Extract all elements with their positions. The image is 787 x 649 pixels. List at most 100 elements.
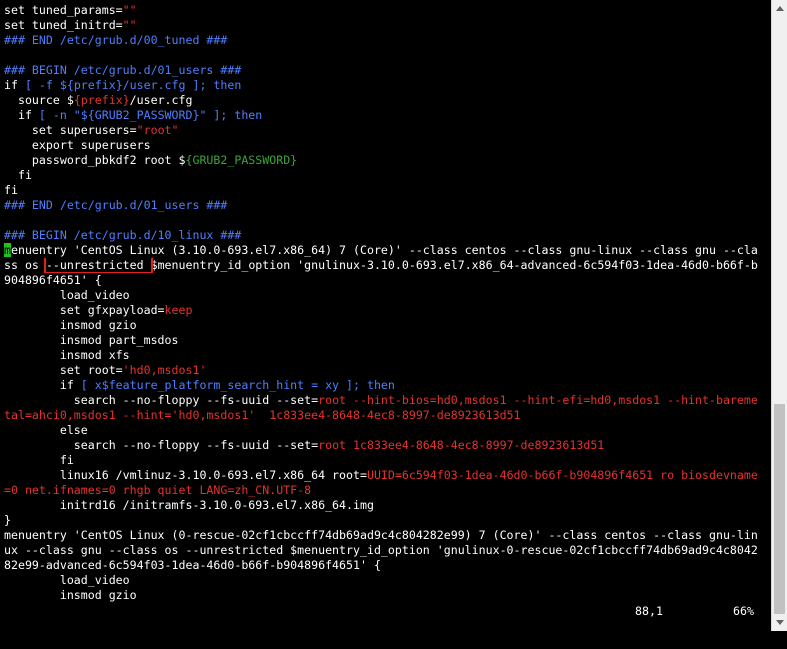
scroll-track[interactable] xyxy=(772,17,787,614)
code-token: if xyxy=(4,78,25,92)
arrow-down-icon xyxy=(775,620,784,625)
code-line: insmod part_msdos xyxy=(4,333,764,348)
code-token: [ -n "${GRUB2_PASSWORD}" ]; then xyxy=(38,108,263,122)
code-token: fi xyxy=(4,183,18,197)
code-line: fi xyxy=(4,453,764,468)
code-line: ### END /etc/grub.d/00_tuned ### xyxy=(4,33,764,48)
code-token: {GRUB2_PASSWORD} xyxy=(185,153,298,167)
code-token: "" xyxy=(122,3,137,17)
code-token: insmod gzio xyxy=(4,318,137,332)
code-token: insmod part_msdos xyxy=(4,333,179,347)
code-line: ### BEGIN /etc/grub.d/10_linux ### xyxy=(4,228,764,243)
code-token: ### BEGIN /etc/grub.d/01_users ### xyxy=(4,63,242,77)
code-token: if xyxy=(4,108,39,122)
code-token: 'hd0,msdos1' xyxy=(122,363,207,377)
terminal-editor[interactable]: set tuned_params="" set tuned_initrd="" ##… xyxy=(4,3,764,629)
code-token: load_video xyxy=(4,288,130,302)
code-token: insmod xfs xyxy=(4,348,130,362)
code-line: ss os --unrestricted $menuentry_id_optio… xyxy=(4,258,764,273)
scroll-percent: 66% xyxy=(733,604,754,618)
code-line: insmod gzio xyxy=(4,318,764,333)
code-line: linux16 /vmlinuz-3.10.0-693.el7.x86_64 r… xyxy=(4,468,764,483)
code-token: set superusers= xyxy=(4,123,137,137)
code-token: search --no-floppy --fs-uuid --set= xyxy=(4,438,319,452)
code-token: fi xyxy=(4,168,32,182)
code-line: } xyxy=(4,513,764,528)
code-line: search --no-floppy --fs-uuid --set=root … xyxy=(4,393,764,408)
code-line: ux --class gnu --class os --unrestricted… xyxy=(4,543,764,558)
code-token: ### END /etc/grub.d/01_users ### xyxy=(4,198,228,212)
code-token: ss os xyxy=(4,258,46,272)
code-token: ux --class gnu --class os --unrestricted… xyxy=(4,543,758,557)
code-line: if [ -n "${GRUB2_PASSWORD}" ]; then xyxy=(4,108,764,123)
code-token: 82e99-advanced-6c594f03-1dea-46d0-b66f-b… xyxy=(4,558,381,572)
code-line: menuentry 'CentOS Linux (0-rescue-02cf1c… xyxy=(4,528,764,543)
code-line: 904896f4651' { xyxy=(4,273,764,288)
code-line: set root='hd0,msdos1' xyxy=(4,363,764,378)
code-token: tal=ahci0,msdos1 --hint='hd0,msdos1' 1c8… xyxy=(4,408,521,422)
text-cursor: m xyxy=(4,243,11,257)
code-line: set superusers="root" xyxy=(4,123,764,138)
code-line: 82e99-advanced-6c594f03-1dea-46d0-b66f-b… xyxy=(4,558,764,573)
code-token: UUID=6c594f03-1dea-46d0-b66f-b904896f465… xyxy=(366,468,758,482)
cursor-position: 88,1 xyxy=(635,604,663,618)
code-token: linux16 /vmlinuz-3.10.0-693.el7.x86_64 r… xyxy=(4,468,367,482)
scroll-up-button[interactable] xyxy=(772,0,787,17)
code-line: if [ -f ${prefix}/user.cfg ]; then xyxy=(4,78,764,93)
code-token: menuentry 'CentOS Linux (0-rescue-02cf1c… xyxy=(4,528,758,542)
code-line: ### END /etc/grub.d/01_users ### xyxy=(4,198,764,213)
code-token: set root= xyxy=(4,363,123,377)
code-line: else xyxy=(4,423,764,438)
code-line: insmod gzio xyxy=(4,588,764,603)
code-token: $menuentry_id_option 'gnulinux-3.10.0-69… xyxy=(150,258,758,272)
code-token: "root" xyxy=(136,123,179,137)
code-line: ### BEGIN /etc/grub.d/01_users ### xyxy=(4,63,764,78)
code-line: =0 net.ifnames=0 rhgb quiet LANG=zh_CN.U… xyxy=(4,483,764,498)
code-token: if xyxy=(4,378,81,392)
scroll-thumb[interactable] xyxy=(774,404,785,614)
code-line: export superusers xyxy=(4,138,764,153)
code-token: root 1c833ee4-8648-4ec8-8997-de8923613d5… xyxy=(318,438,605,452)
code-line: source ${prefix}/user.cfg xyxy=(4,93,764,108)
code-line: fi xyxy=(4,183,764,198)
code-token: ### END /etc/grub.d/00_tuned ### xyxy=(4,33,228,47)
code-line: set gfxpayload=keep xyxy=(4,303,764,318)
code-token: /user.cfg xyxy=(129,93,193,107)
code-token: root --hint-bios=hd0,msdos1 --hint-efi=h… xyxy=(318,393,758,407)
code-line: menuentry 'CentOS Linux (3.10.0-693.el7.… xyxy=(4,243,764,258)
scroll-down-button[interactable] xyxy=(772,614,787,631)
arrow-up-icon xyxy=(775,6,784,11)
code-line: password_pbkdf2 root ${GRUB2_PASSWORD} xyxy=(4,153,764,168)
code-token: set tuned_initrd= xyxy=(4,18,123,32)
code-line: tal=ahci0,msdos1 --hint='hd0,msdos1' 1c8… xyxy=(4,408,764,423)
code-line: if [ x$feature_platform_search_hint = xy… xyxy=(4,378,764,393)
code-line: search --no-floppy --fs-uuid --set=root … xyxy=(4,438,764,453)
code-token: insmod gzio xyxy=(4,588,137,602)
code-token: search --no-floppy --fs-uuid --set= xyxy=(4,393,319,407)
code-line: set tuned_initrd="" xyxy=(4,18,764,33)
code-token: } xyxy=(4,513,11,527)
code-token: =0 net.ifnames=0 rhgb quiet LANG=zh_CN.U… xyxy=(4,483,312,497)
code-token: load_video xyxy=(4,573,130,587)
code-token: password_pbkdf2 root $ xyxy=(4,153,186,167)
code-token: initrd16 /initramfs-3.10.0-693.el7.x86_6… xyxy=(4,498,374,512)
vertical-scrollbar[interactable] xyxy=(771,0,787,631)
code-token: fi xyxy=(4,453,74,467)
code-line: load_video xyxy=(4,288,764,303)
code-token: "" xyxy=(122,18,137,32)
code-token: source $ xyxy=(4,93,74,107)
vim-status-bar: 88,1 66% xyxy=(635,604,754,619)
code-line: insmod xfs xyxy=(4,348,764,363)
code-token: export superusers xyxy=(4,138,151,152)
code-token: 904896f4651' { xyxy=(4,273,102,287)
code-token: {prefix} xyxy=(73,93,130,107)
code-line: fi xyxy=(4,168,764,183)
code-token: [ x$feature_platform_search_hint = xy ];… xyxy=(80,378,395,392)
code-token: set gfxpayload= xyxy=(4,303,165,317)
code-token: keep xyxy=(164,303,193,317)
code-line: load_video xyxy=(4,573,764,588)
code-token: set tuned_params= xyxy=(4,3,123,17)
code-line: set tuned_params="" xyxy=(4,3,764,18)
